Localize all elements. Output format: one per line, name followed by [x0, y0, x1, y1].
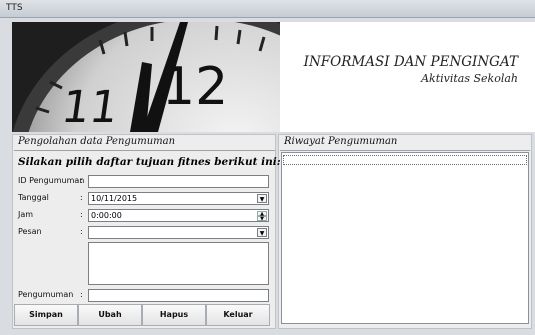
jam-value: 0:00:00: [91, 211, 122, 220]
tanggal-date-picker[interactable]: 10/11/2015 ▼: [88, 192, 269, 205]
history-panel-divider: [280, 150, 530, 151]
history-focus-row[interactable]: [283, 155, 527, 165]
colon: :: [80, 210, 83, 219]
colon: :: [80, 227, 83, 236]
form-panel-title: Pengolahan data Pengumuman: [18, 136, 176, 147]
header-title: INFORMASI DAN PENGINGAT: [303, 54, 518, 70]
tanggal-value: 10/11/2015: [91, 194, 138, 203]
jam-label: Jam: [18, 210, 34, 219]
tanggal-label: Tanggal: [18, 193, 49, 202]
clock-image: 11 12: [12, 22, 280, 132]
form-instruction: Silakan pilih daftar tujuan fitnes berik…: [18, 156, 281, 168]
form-panel-divider: [14, 150, 275, 151]
colon: :: [80, 193, 83, 202]
jam-time-input[interactable]: 0:00:00 ▲ ▼: [88, 209, 269, 222]
history-list[interactable]: [281, 152, 529, 324]
id-pengumuman-input[interactable]: [88, 175, 269, 188]
id-pengumuman-label: ID Pengumuman: [18, 176, 85, 185]
keluar-button[interactable]: Keluar: [206, 304, 270, 326]
ubah-button[interactable]: Ubah: [78, 304, 142, 326]
chevron-down-icon[interactable]: ▼: [257, 228, 267, 237]
time-spinner[interactable]: ▲ ▼: [257, 211, 267, 222]
pesan-select[interactable]: ▼: [88, 226, 269, 239]
header-subtitle: Aktivitas Sekolah: [421, 72, 518, 85]
pengumuman-input[interactable]: [88, 289, 269, 302]
pengumuman-label: Pengumuman: [18, 290, 74, 299]
colon: :: [80, 290, 83, 299]
spin-down-icon[interactable]: ▼: [257, 216, 267, 222]
colon: :: [80, 176, 83, 185]
clock-number-11: 11: [58, 82, 121, 132]
pesan-label: Pesan: [18, 227, 42, 236]
chevron-down-icon[interactable]: ▼: [257, 194, 267, 203]
window-titlebar: TTS: [0, 0, 535, 18]
hapus-button[interactable]: Hapus: [142, 304, 206, 326]
pesan-textarea[interactable]: [88, 242, 269, 285]
window-title: TTS: [6, 3, 23, 13]
simpan-button[interactable]: Simpan: [14, 304, 78, 326]
history-panel-title: Riwayat Pengumuman: [284, 136, 398, 147]
